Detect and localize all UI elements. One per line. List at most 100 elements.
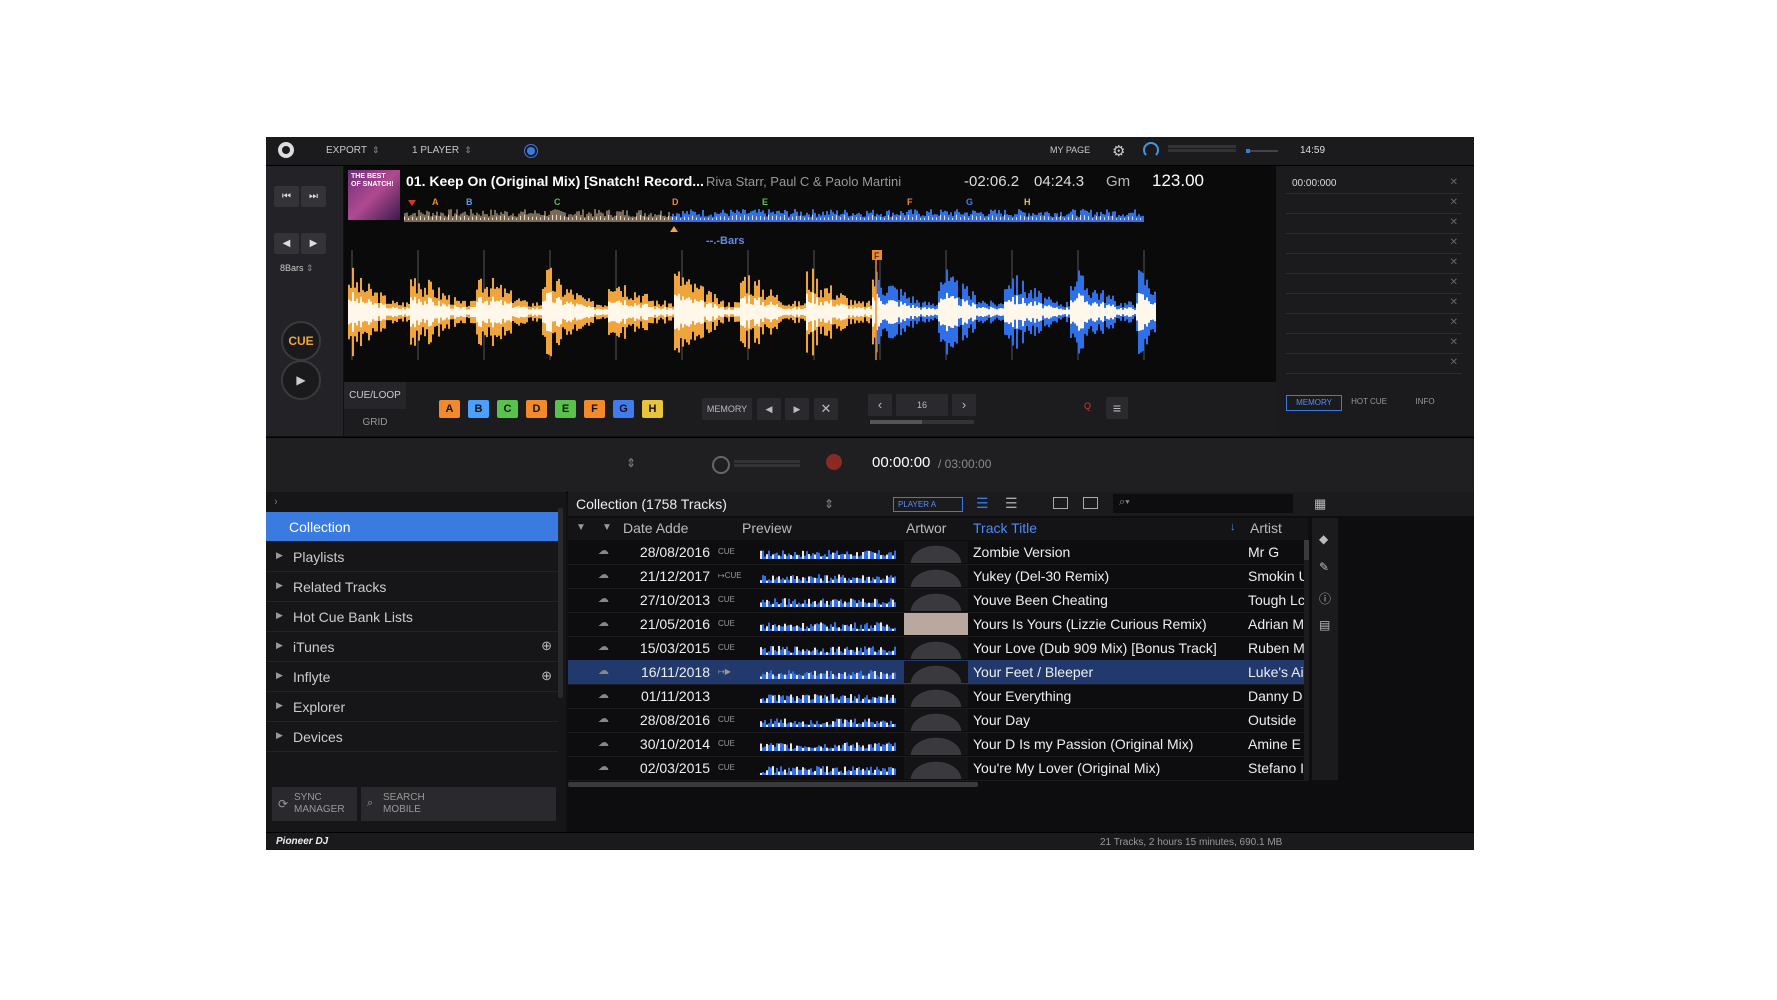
quantize-indicator[interactable]: Q <box>1084 401 1091 411</box>
table-row[interactable]: ☁ 28/08/2016 CUE Your Day Outside <box>568 708 1308 733</box>
memory-cue-slot[interactable]: ✕ <box>1286 314 1462 334</box>
tab-hot-cue[interactable]: HOT CUE <box>1342 395 1396 409</box>
preview-waveform[interactable] <box>760 759 896 777</box>
column-preview[interactable]: Preview <box>742 520 792 536</box>
filter-icon[interactable]: ▼ <box>576 522 586 533</box>
sidebar-item-playlists[interactable]: ▶ Playlists <box>266 542 558 572</box>
table-row[interactable]: ☁ 27/10/2013 CUE Youve Been Cheating Tough L… <box>568 588 1308 613</box>
next-track-button[interactable]: ⏭ <box>301 186 326 207</box>
cloud-icon[interactable]: ☁ <box>598 568 609 581</box>
detail-view-icon[interactable]: ☰ <box>1005 495 1018 512</box>
memory-cue-slot[interactable]: ✕ <box>1286 334 1462 354</box>
preview-waveform[interactable] <box>760 615 896 633</box>
expand-arrow-icon[interactable]: ▶ <box>276 730 283 741</box>
memory-cue-slot[interactable]: ✕ <box>1286 234 1462 254</box>
hotcue-button-c[interactable]: C <box>497 400 518 418</box>
hotcue-button-e[interactable]: E <box>555 400 576 418</box>
memory-cue-slot[interactable]: ✕ <box>1286 214 1462 234</box>
cloud-icon[interactable]: ☁ <box>598 688 609 701</box>
sidebar-item-collection[interactable]: Collection <box>266 512 558 542</box>
record-button[interactable] <box>826 454 842 470</box>
table-row[interactable]: ☁ 28/08/2016 CUE Zombie Version Mr G <box>568 540 1308 565</box>
column-browser-icon[interactable]: ▦ <box>1314 496 1326 512</box>
sidebar-collapse-icon[interactable]: › <box>274 496 278 508</box>
loop-halve-button[interactable]: ‹ <box>868 394 892 416</box>
tab-info[interactable]: INFO <box>1398 395 1452 409</box>
delete-cue-icon[interactable]: ✕ <box>1450 337 1458 348</box>
memory-prev-button[interactable]: ◀ <box>757 398 781 420</box>
info-icon[interactable]: ⓘ <box>1319 590 1331 607</box>
memory-button[interactable]: MEMORY <box>702 398 752 420</box>
beat-jump-size[interactable]: 8Bars ⇕ <box>280 263 314 274</box>
beat-jump-forward-button[interactable]: ▶ <box>301 233 326 254</box>
hotcue-button-f[interactable]: F <box>584 400 605 418</box>
overview-waveform[interactable]: A B C D E F G H <box>404 196 1274 232</box>
table-row[interactable]: ☁ 21/12/2017 ↦CUE Yukey (Del-30 Remix) Smoki… <box>568 564 1308 589</box>
hotcue-button-a[interactable]: A <box>439 400 460 418</box>
memory-cue-slot[interactable]: 00:00:000 ✕ <box>1286 174 1462 194</box>
expand-arrow-icon[interactable]: ▶ <box>276 700 283 711</box>
preview-waveform[interactable] <box>760 543 896 561</box>
preview-waveform[interactable] <box>760 711 896 729</box>
chevron-updown-icon[interactable]: ⇕ <box>824 497 834 511</box>
hotcue-button-b[interactable]: B <box>468 400 489 418</box>
memory-cue-slot[interactable]: ✕ <box>1286 254 1462 274</box>
player-a-selector[interactable]: PLAYER A <box>893 497 963 512</box>
link-status-icon[interactable] <box>524 144 538 158</box>
my-page-link[interactable]: MY PAGE <box>1050 145 1090 155</box>
zoomed-waveform[interactable]: F <box>344 250 1276 370</box>
search-mobile-button[interactable]: ⌕ SEARCH MOBILE <box>361 787 556 821</box>
expand-arrow-icon[interactable]: ▶ <box>276 670 283 681</box>
memory-cue-slot[interactable]: ✕ <box>1286 194 1462 214</box>
delete-cue-icon[interactable]: ✕ <box>1450 257 1458 268</box>
player-count-selector[interactable]: 1 PLAYER ⇕ <box>412 145 472 156</box>
cloud-icon[interactable]: ☁ <box>598 616 609 629</box>
cloud-icon[interactable]: ☁ <box>598 640 609 653</box>
preview-waveform[interactable] <box>760 591 896 609</box>
subcolumn-icon[interactable]: ▤ <box>1319 618 1330 632</box>
memory-cue-slot[interactable]: ✕ <box>1286 294 1462 314</box>
memory-cue-slot[interactable]: ✕ <box>1286 274 1462 294</box>
add-icon[interactable]: ⊕ <box>541 638 552 654</box>
filter-icon[interactable]: ▼ <box>602 522 612 533</box>
table-row[interactable]: ☁ 21/05/2016 CUE Yours Is Yours (Lizzie Cur… <box>568 612 1308 637</box>
delete-cue-icon[interactable]: ✕ <box>1450 177 1458 188</box>
preview-waveform[interactable] <box>760 687 896 705</box>
delete-cue-icon[interactable]: ✕ <box>1450 237 1458 248</box>
memory-next-button[interactable]: ▶ <box>785 398 809 420</box>
cloud-icon[interactable]: ☁ <box>598 760 609 773</box>
table-row[interactable]: ☁ 01/11/2013 Your Everything Danny D <box>568 684 1308 709</box>
cloud-icon[interactable]: ☁ <box>598 712 609 725</box>
chevron-updown-icon[interactable]: ⇕ <box>626 456 636 470</box>
horizontal-scrollbar[interactable] <box>568 782 978 787</box>
export-mode-selector[interactable]: EXPORT ⇕ <box>326 145 380 156</box>
preview-waveform[interactable] <box>760 663 896 681</box>
cue-button[interactable]: CUE <box>281 321 321 361</box>
sidebar-item-inflyte[interactable]: ▶ Inflyte ⊕ <box>266 662 558 692</box>
hotcue-button-d[interactable]: D <box>526 400 547 418</box>
sort-arrow-icon[interactable]: ↓ <box>1230 521 1236 533</box>
expand-arrow-icon[interactable]: ▶ <box>276 610 283 621</box>
artwork-view-icon[interactable] <box>1053 497 1068 509</box>
tag-icon[interactable]: ◆ <box>1319 532 1328 546</box>
gear-icon[interactable]: ⚙ <box>1112 142 1125 160</box>
delete-cue-icon[interactable]: ✕ <box>1450 277 1458 288</box>
play-button[interactable]: ▶ <box>281 360 321 400</box>
sidebar-item-related-tracks[interactable]: ▶ Related Tracks <box>266 572 558 602</box>
sidebar-item-devices[interactable]: ▶ Devices <box>266 722 558 752</box>
sidebar-item-explorer[interactable]: ▶ Explorer <box>266 692 558 722</box>
column-track-title[interactable]: Track Title <box>973 520 1037 536</box>
list-view-icon[interactable]: ☰ <box>976 495 989 512</box>
add-icon[interactable]: ⊕ <box>541 668 552 684</box>
table-row[interactable]: ☁ 16/11/2018 ↦▶ Your Feet / Bleeper Luke's A… <box>568 660 1308 685</box>
column-date-added[interactable]: Date Adde <box>623 520 688 536</box>
delete-cue-icon[interactable]: ✕ <box>1450 217 1458 228</box>
delete-cue-icon[interactable]: ✕ <box>1450 297 1458 308</box>
previous-track-button[interactable]: ⏮ <box>274 186 299 207</box>
preview-view-icon[interactable] <box>1083 497 1098 509</box>
sidebar-scrollbar[interactable] <box>558 508 563 698</box>
column-artist[interactable]: Artist <box>1250 520 1282 536</box>
cloud-icon[interactable]: ☁ <box>598 592 609 605</box>
volume-slider[interactable] <box>1246 149 1278 153</box>
sidebar-item-hot-cue-bank-lists[interactable]: ▶ Hot Cue Bank Lists <box>266 602 558 632</box>
